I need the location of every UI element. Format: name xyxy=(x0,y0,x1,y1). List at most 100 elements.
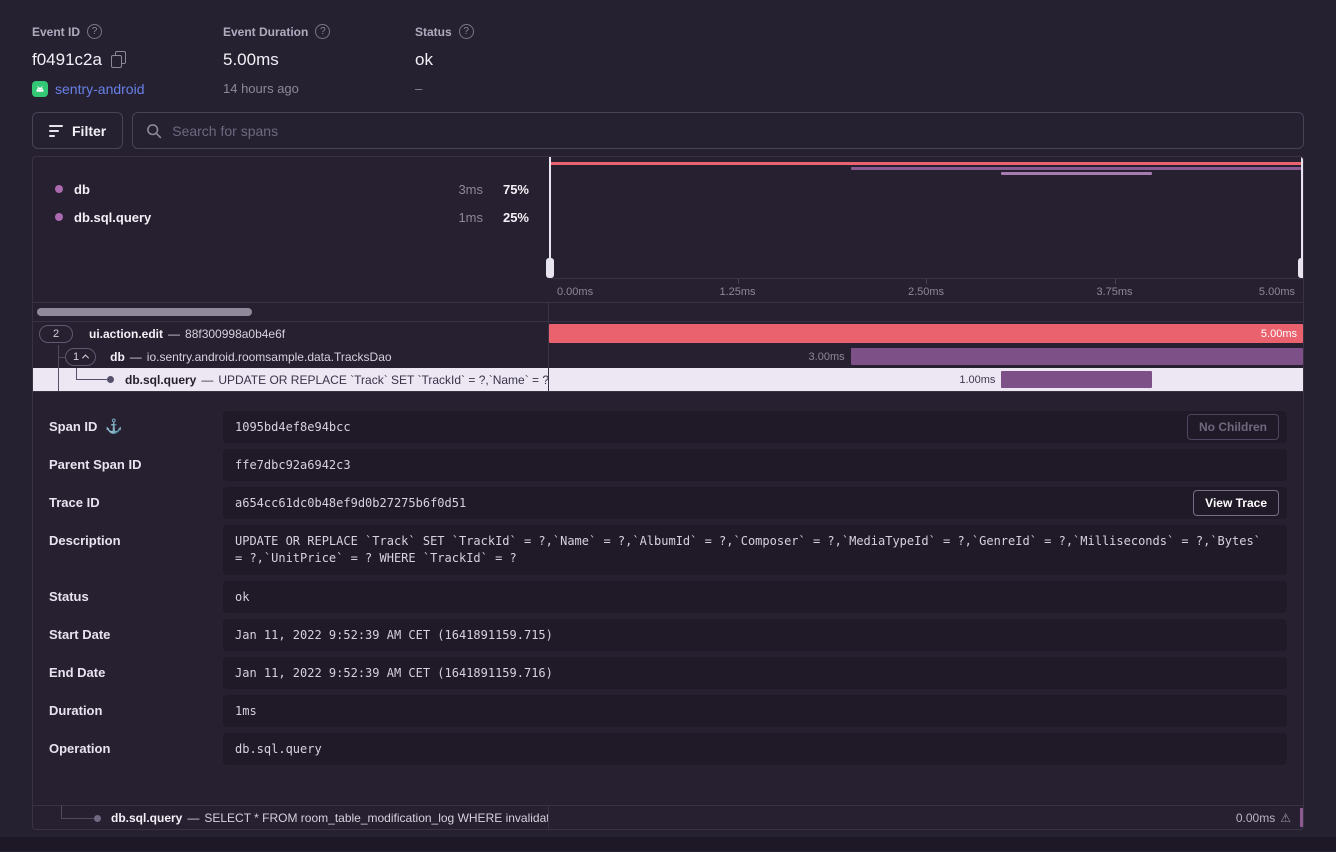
span-separator: — xyxy=(201,373,213,387)
page-bottom-strip xyxy=(0,837,1336,851)
span-bar-duration: 3.00ms xyxy=(809,351,845,363)
status-value: ok xyxy=(235,590,249,604)
axis-tick xyxy=(1115,279,1116,284)
field-value-box: Jan 11, 2022 9:52:39 AM CET (1641891159.… xyxy=(223,619,1287,651)
trace-view: db 3ms 75% db.sql.query 1ms 25% xyxy=(32,156,1304,830)
tree-node-dot xyxy=(94,815,101,822)
filter-icon xyxy=(49,125,63,137)
children-count-pill[interactable]: 2 xyxy=(39,325,73,343)
copy-icon[interactable] xyxy=(112,54,123,67)
minimap-section: db 3ms 75% db.sql.query 1ms 25% xyxy=(33,157,1303,303)
field-value-box: ok xyxy=(223,581,1287,613)
event-id-value: f0491c2a xyxy=(32,50,102,70)
help-icon[interactable]: ? xyxy=(87,24,102,39)
event-time-ago: 14 hours ago xyxy=(223,81,299,96)
minimap-right-handle[interactable] xyxy=(1301,157,1303,278)
span-description: SELECT * FROM room_table_modification_lo… xyxy=(204,811,549,825)
anchor-icon[interactable]: ⚓ xyxy=(105,419,122,433)
field-label: Start Date xyxy=(49,627,110,642)
children-count-pill[interactable]: 1 xyxy=(65,348,96,366)
project-link[interactable]: sentry-android xyxy=(55,81,145,97)
search-input[interactable] xyxy=(172,123,1290,139)
operations-legend: db 3ms 75% db.sql.query 1ms 25% xyxy=(33,157,549,302)
axis-tick-label: 0.00ms xyxy=(557,286,593,298)
span-op: db xyxy=(110,350,125,364)
legend-percent: 25% xyxy=(483,210,529,225)
span-detail-panel: Span ID ⚓ 1095bd4ef8e94bcc No Children Pa… xyxy=(33,391,1303,803)
event-id-column: Event ID ? f0491c2a sentry-android xyxy=(32,24,223,97)
parent-span-id-value: ffe7dbc92a6942c3 xyxy=(235,458,351,472)
span-op: db.sql.query xyxy=(125,373,196,387)
filter-button[interactable]: Filter xyxy=(32,112,123,149)
zero-duration-span-marker xyxy=(1300,808,1303,827)
legend-dot xyxy=(55,185,63,193)
span-row-db[interactable]: 1 db — io.sentry.android.roomsample.data… xyxy=(33,345,1303,368)
event-duration-value: 5.00ms xyxy=(223,50,279,70)
span-bar-duration: 1.00ms xyxy=(959,374,995,386)
field-value-box: db.sql.query xyxy=(223,733,1287,765)
field-duration: Duration 1ms xyxy=(49,695,1287,727)
span-bar[interactable]: 5.00ms xyxy=(549,324,1303,343)
field-label: Status xyxy=(49,589,89,604)
tree-node-dot xyxy=(107,376,114,383)
field-trace-id: Trace ID a654cc61dc0b48ef9d0b27275b6f0d5… xyxy=(49,487,1287,519)
no-children-button[interactable]: No Children xyxy=(1187,414,1279,440)
tree-connector xyxy=(61,806,62,818)
trace-minimap[interactable] xyxy=(549,157,1303,278)
axis-tick-label: 5.00ms xyxy=(1259,286,1295,298)
tree-connector xyxy=(76,379,107,380)
span-separator: — xyxy=(168,327,180,341)
time-axis: 0.00ms 1.25ms 2.50ms 3.75ms 5.00ms xyxy=(549,278,1303,302)
span-row-ui-action-edit[interactable]: 2 ui.action.edit — 88f300998a0b4e6f 5.00… xyxy=(33,322,1303,345)
field-value-box: ffe7dbc92a6942c3 xyxy=(223,449,1287,481)
minimap-left-handle[interactable] xyxy=(549,157,551,278)
legend-row-db-sql-query[interactable]: db.sql.query 1ms 25% xyxy=(55,203,529,231)
span-row-db-sql-query-selected[interactable]: db.sql.query — UPDATE OR REPLACE `Track`… xyxy=(33,368,1303,391)
help-icon[interactable]: ? xyxy=(459,24,474,39)
minimap-span-line xyxy=(851,167,1303,170)
description-value: UPDATE OR REPLACE `Track` SET `TrackId` … xyxy=(235,533,1275,567)
legend-op: db xyxy=(74,182,90,197)
search-icon xyxy=(146,123,162,139)
span-id-value: 1095bd4ef8e94bcc xyxy=(235,420,351,434)
operation-value: db.sql.query xyxy=(235,742,322,756)
tree-connector xyxy=(58,368,59,391)
span-separator: — xyxy=(187,811,199,825)
legend-percent: 75% xyxy=(483,182,529,197)
field-label: Operation xyxy=(49,741,110,756)
field-value-box: a654cc61dc0b48ef9d0b27275b6f0d51 View Tr… xyxy=(223,487,1287,519)
tree-connector xyxy=(61,818,96,819)
status-sub: – xyxy=(415,81,422,96)
field-span-id: Span ID ⚓ 1095bd4ef8e94bcc No Children xyxy=(49,411,1287,443)
axis-tick xyxy=(738,279,739,284)
start-date-value: Jan 11, 2022 9:52:39 AM CET (1641891159.… xyxy=(235,628,553,642)
view-trace-button[interactable]: View Trace xyxy=(1193,490,1279,516)
legend-row-db[interactable]: db 3ms 75% xyxy=(55,175,529,203)
field-label: Span ID xyxy=(49,419,97,434)
scrollbar-row xyxy=(33,303,1303,322)
event-duration-label: Event Duration xyxy=(223,25,308,39)
android-project-icon xyxy=(32,81,48,97)
span-description: UPDATE OR REPLACE `Track` SET `TrackId` … xyxy=(218,373,549,387)
trace-id-value: a654cc61dc0b48ef9d0b27275b6f0d51 xyxy=(235,496,466,510)
span-description: io.sentry.android.roomsample.data.Tracks… xyxy=(147,350,392,364)
span-search[interactable] xyxy=(132,112,1304,149)
span-description: 88f300998a0b4e6f xyxy=(185,327,285,341)
field-parent-span-id: Parent Span ID ffe7dbc92a6942c3 xyxy=(49,449,1287,481)
filter-button-label: Filter xyxy=(72,123,106,139)
span-row-db-sql-query-select[interactable]: db.sql.query — SELECT * FROM room_table_… xyxy=(33,805,1303,829)
span-bar[interactable] xyxy=(1001,371,1152,388)
field-label: Parent Span ID xyxy=(49,457,141,472)
field-status: Status ok xyxy=(49,581,1287,613)
horizontal-scrollbar[interactable] xyxy=(37,308,252,316)
field-value-box: 1ms xyxy=(223,695,1287,727)
field-label: Duration xyxy=(49,703,102,718)
field-end-date: End Date Jan 11, 2022 9:52:39 AM CET (16… xyxy=(49,657,1287,689)
axis-tick xyxy=(926,279,927,284)
span-op: ui.action.edit xyxy=(89,327,163,341)
span-bar[interactable] xyxy=(851,348,1303,365)
help-icon[interactable]: ? xyxy=(315,24,330,39)
field-label: End Date xyxy=(49,665,105,680)
end-date-value: Jan 11, 2022 9:52:39 AM CET (1641891159.… xyxy=(235,666,553,680)
span-tree: 2 ui.action.edit — 88f300998a0b4e6f 5.00… xyxy=(33,322,1303,391)
